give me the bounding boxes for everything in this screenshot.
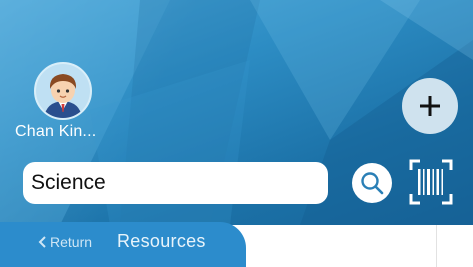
chevron-left-icon	[38, 236, 46, 248]
page-title: Resources	[117, 231, 206, 251]
barcode-scan-icon	[409, 159, 453, 205]
divider	[436, 225, 437, 267]
plus-icon	[420, 96, 440, 116]
user-name: Chan Kin...	[15, 123, 97, 140]
scan-barcode-button[interactable]	[409, 158, 453, 206]
search-button[interactable]	[352, 163, 392, 203]
avatar[interactable]	[34, 62, 92, 120]
return-button[interactable]: Return	[38, 234, 92, 250]
return-label: Return	[50, 234, 93, 250]
add-button[interactable]	[402, 78, 458, 134]
user-avatar-icon	[36, 64, 90, 118]
header-background: Chan Kin...	[0, 0, 473, 225]
search-input[interactable]	[23, 162, 328, 204]
magnifier-icon	[361, 172, 384, 195]
